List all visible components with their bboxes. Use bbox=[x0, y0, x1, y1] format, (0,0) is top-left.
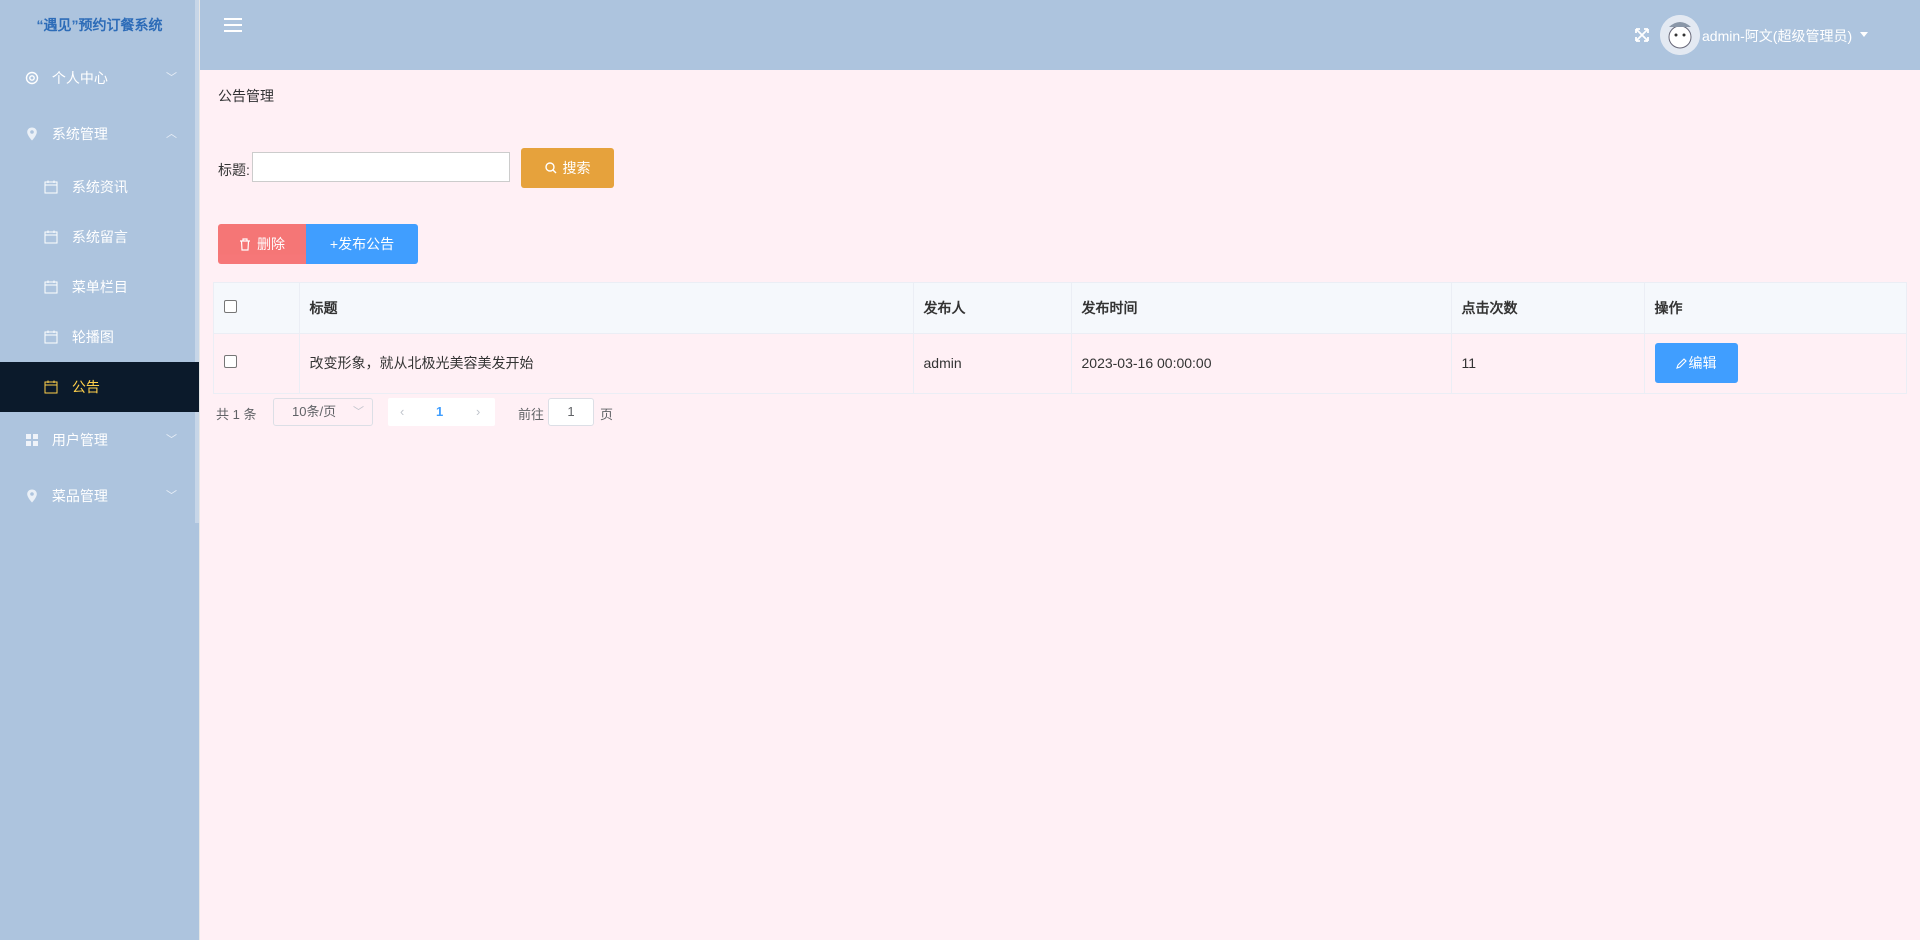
page-unit-label: 页 bbox=[600, 407, 614, 422]
current-page-number[interactable]: 1 bbox=[436, 404, 443, 419]
chevron-down-icon: ﹀ bbox=[353, 406, 364, 418]
sidebar-item-announcement[interactable]: 公告 bbox=[0, 362, 199, 412]
cell-publisher: admin bbox=[913, 333, 1072, 393]
page-size-value: 10条/页 bbox=[292, 404, 337, 419]
sidebar-item-label: 轮播图 bbox=[71, 329, 114, 345]
sidebar: “遇见”预约订餐系统 个人中心 ﹀ 系统管理 ︿ 系统资讯 系统留言 菜单栏目 … bbox=[0, 0, 200, 940]
menu-dish-management[interactable]: 菜品管理 ﹀ bbox=[0, 468, 199, 524]
column-header-title[interactable]: 标题 bbox=[299, 283, 914, 334]
goto-page-input[interactable]: 1 bbox=[548, 398, 594, 426]
location-icon bbox=[27, 489, 37, 503]
row-select-cell bbox=[214, 333, 300, 393]
menu-label: 个人中心 bbox=[51, 70, 108, 86]
hamburger-menu-icon[interactable] bbox=[224, 18, 242, 36]
publish-announcement-button[interactable]: +发布公告 bbox=[306, 224, 418, 264]
edit-button[interactable]: 编辑 bbox=[1654, 343, 1738, 384]
app-root: “遇见”预约订餐系统 个人中心 ﹀ 系统管理 ︿ 系统资讯 系统留言 菜单栏目 … bbox=[0, 0, 1920, 940]
title-search-input[interactable] bbox=[252, 152, 510, 182]
column-header-click-count[interactable]: 点击次数 bbox=[1451, 283, 1645, 334]
select-all-checkbox[interactable] bbox=[224, 299, 237, 313]
delete-button[interactable]: 删除 bbox=[218, 224, 306, 264]
column-header-publish-time[interactable]: 发布时间 bbox=[1071, 283, 1452, 334]
search-label: 标题: bbox=[218, 162, 250, 178]
announcement-table: 标题 发布人 发布时间 点击次数 操作 改变形象，就从北极光美容美发开始 adm… bbox=[213, 282, 1907, 394]
cell-title: 改变形象，就从北极光美容美发开始 bbox=[299, 333, 914, 393]
publish-button-label: +发布公告 bbox=[329, 236, 395, 252]
fullscreen-icon[interactable] bbox=[1634, 27, 1650, 43]
total-count: 共 1 条 bbox=[216, 407, 257, 422]
calendar-icon bbox=[44, 280, 58, 294]
search-button[interactable]: 搜索 bbox=[521, 148, 614, 188]
menu-label: 系统管理 bbox=[51, 126, 108, 142]
prev-page-button[interactable]: ‹ bbox=[400, 404, 404, 419]
cell-publish-time: 2023-03-16 00:00:00 bbox=[1071, 333, 1452, 393]
trash-icon bbox=[240, 238, 250, 251]
chevron-down-icon: ﹀ bbox=[166, 490, 177, 502]
edit-button-label: 编辑 bbox=[1688, 355, 1717, 372]
menu-personal-center[interactable]: 个人中心 ﹀ bbox=[0, 50, 199, 106]
calendar-icon bbox=[44, 230, 58, 244]
location-icon bbox=[27, 127, 37, 141]
sidebar-item-system-news[interactable]: 系统资讯 bbox=[0, 162, 199, 212]
user-name[interactable]: admin-阿文(超级管理员) bbox=[1702, 26, 1852, 46]
chevron-up-icon: ︿ bbox=[166, 128, 177, 140]
cell-click-count: 11 bbox=[1451, 333, 1645, 393]
grid-icon bbox=[26, 434, 38, 446]
search-icon bbox=[544, 162, 556, 174]
menu-system-management[interactable]: 系统管理 ︿ bbox=[0, 106, 199, 162]
menu-user-management[interactable]: 用户管理 ﹀ bbox=[0, 412, 199, 468]
goto-label: 前往 bbox=[518, 407, 545, 422]
table-row: 改变形象，就从北极光美容美发开始 admin 2023-03-16 00:00:… bbox=[214, 333, 1906, 393]
caret-down-icon[interactable] bbox=[1860, 32, 1868, 37]
sidebar-item-label: 系统留言 bbox=[71, 229, 128, 245]
chevron-down-icon: ﹀ bbox=[166, 72, 177, 84]
select-all-cell bbox=[214, 283, 300, 334]
app-title: “遇见”预约订餐系统 bbox=[36, 17, 163, 33]
gear-icon bbox=[25, 71, 39, 85]
avatar[interactable] bbox=[1660, 15, 1700, 55]
menu-label: 菜品管理 bbox=[51, 488, 108, 504]
page-navigator: ‹ 1 › bbox=[388, 398, 495, 426]
main-content: 公告管理 标题: 搜索 删除 +发布公告 标题 发布人 发布时间 点击次数 操作… bbox=[200, 70, 1920, 940]
column-header-publisher[interactable]: 发布人 bbox=[913, 283, 1072, 334]
avatar-image bbox=[1660, 15, 1700, 55]
row-checkbox[interactable] bbox=[224, 355, 237, 369]
menu-label: 用户管理 bbox=[51, 432, 108, 448]
cell-actions: 编辑 bbox=[1644, 333, 1906, 393]
top-header: admin-阿文(超级管理员) bbox=[200, 0, 1920, 70]
page-size-select[interactable]: 10条/页 ﹀ bbox=[273, 398, 373, 426]
breadcrumb: 公告管理 bbox=[218, 88, 274, 104]
chevron-down-icon: ﹀ bbox=[166, 434, 177, 446]
search-button-label: 搜索 bbox=[562, 160, 591, 176]
pencil-icon bbox=[1675, 358, 1687, 370]
sidebar-item-menu-columns[interactable]: 菜单栏目 bbox=[0, 262, 199, 312]
column-header-actions: 操作 bbox=[1644, 283, 1906, 334]
calendar-icon bbox=[44, 180, 58, 194]
sidebar-item-label: 公告 bbox=[71, 379, 100, 395]
sidebar-item-label: 系统资讯 bbox=[71, 179, 128, 195]
sidebar-item-system-messages[interactable]: 系统留言 bbox=[0, 212, 199, 262]
calendar-icon bbox=[44, 330, 58, 344]
next-page-button[interactable]: › bbox=[476, 404, 480, 419]
sidebar-item-label: 菜单栏目 bbox=[71, 279, 128, 295]
delete-button-label: 删除 bbox=[257, 236, 285, 252]
table-header-row: 标题 发布人 发布时间 点击次数 操作 bbox=[214, 283, 1906, 334]
sidebar-item-carousel[interactable]: 轮播图 bbox=[0, 312, 199, 362]
calendar-icon bbox=[44, 380, 58, 394]
